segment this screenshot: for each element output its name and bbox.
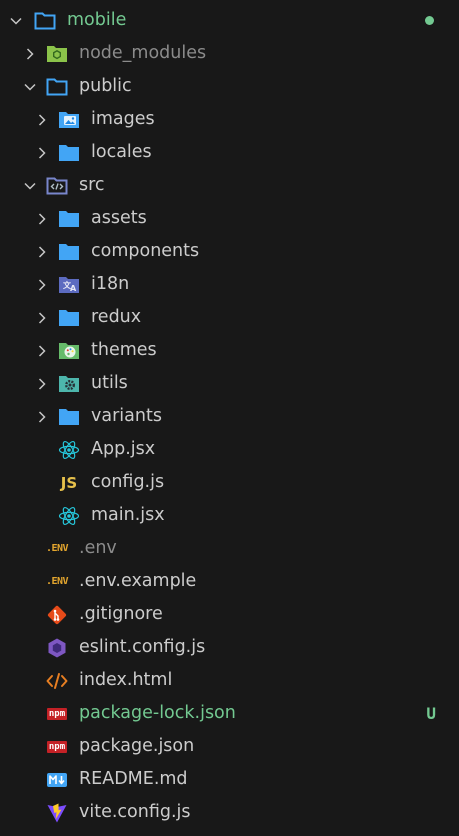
npm-icon-text: npm xyxy=(46,740,68,753)
chevron-right-icon[interactable] xyxy=(32,103,52,136)
chevron-right-icon[interactable] xyxy=(20,37,40,70)
folder-open-icon xyxy=(33,10,57,31)
file-explorer-tree: mobile node_modules public images locale… xyxy=(0,4,459,829)
tree-item-label: eslint.config.js xyxy=(79,637,206,657)
tree-item-label: .env xyxy=(79,538,117,558)
tree-item-label: assets xyxy=(91,208,147,228)
tree-item-label: public xyxy=(79,76,132,96)
folder-icon xyxy=(57,241,81,262)
folder-icon xyxy=(57,208,81,229)
react-icon xyxy=(57,439,81,460)
tree-item-mobile-folder[interactable]: mobile xyxy=(0,4,459,37)
images-folder-icon xyxy=(57,109,81,130)
tree-item-src-folder[interactable]: src xyxy=(0,169,459,202)
tree-item-readme-md-file[interactable]: README.md xyxy=(0,763,459,796)
tree-item-label: locales xyxy=(91,142,152,162)
chevron-down-icon[interactable] xyxy=(20,70,40,103)
tree-item-assets-folder[interactable]: assets xyxy=(0,202,459,235)
tree-item-node-modules-folder[interactable]: node_modules xyxy=(0,37,459,70)
tree-item-label: config.js xyxy=(91,472,165,492)
tree-item-main-jsx-file[interactable]: main.jsx xyxy=(0,499,459,532)
html-icon xyxy=(45,670,69,691)
folder-icon xyxy=(57,307,81,328)
chevron-down-icon[interactable] xyxy=(20,169,40,202)
tree-item-label: images xyxy=(91,109,155,129)
tree-item-app-jsx-file[interactable]: App.jsx xyxy=(0,433,459,466)
tree-item-label: components xyxy=(91,241,200,261)
svg-text:A: A xyxy=(70,284,77,293)
git-icon xyxy=(45,604,69,625)
chevron-right-icon[interactable] xyxy=(32,235,52,268)
tree-item-label: utils xyxy=(91,373,128,393)
tree-item-images-folder[interactable]: images xyxy=(0,103,459,136)
tree-item-package-lock-json-file[interactable]: npm package-lock.json U xyxy=(0,697,459,730)
tree-item-label: package-lock.json xyxy=(79,703,236,723)
tree-item-label: README.md xyxy=(79,769,188,789)
javascript-icon: JS xyxy=(60,473,78,492)
tree-item-label: mobile xyxy=(67,10,127,30)
tree-item-label: vite.config.js xyxy=(79,802,191,822)
tree-item-label: variants xyxy=(91,406,162,426)
i18n-folder-icon: 文A xyxy=(57,274,81,295)
src-folder-icon xyxy=(45,175,69,196)
utils-folder-icon xyxy=(57,373,81,394)
tree-item-label: node_modules xyxy=(79,43,207,63)
tree-item-label: package.json xyxy=(79,736,195,756)
chevron-right-icon[interactable] xyxy=(32,268,52,301)
tree-item-label: .env.example xyxy=(79,571,197,591)
npm-icon: npm xyxy=(45,736,69,757)
tree-item-label: index.html xyxy=(79,670,173,690)
tree-item-env-file[interactable]: .ENV .env xyxy=(0,532,459,565)
tree-item-variants-folder[interactable]: variants xyxy=(0,400,459,433)
tree-item-env-example-file[interactable]: .ENV .env.example xyxy=(0,565,459,598)
tree-item-i18n-folder[interactable]: 文A i18n xyxy=(0,268,459,301)
tree-item-redux-folder[interactable]: redux xyxy=(0,301,459,334)
tree-item-eslint-config-file[interactable]: eslint.config.js xyxy=(0,631,459,664)
palette-folder-icon xyxy=(57,340,81,361)
tree-item-label: App.jsx xyxy=(91,439,156,459)
folder-icon xyxy=(57,142,81,163)
chevron-right-icon[interactable] xyxy=(32,301,52,334)
git-status-badge: U xyxy=(426,704,436,723)
tree-item-gitignore-file[interactable]: .gitignore xyxy=(0,598,459,631)
tree-item-label: src xyxy=(79,175,105,195)
npm-icon-text: npm xyxy=(46,707,68,720)
tree-item-config-js-file[interactable]: JS config.js xyxy=(0,466,459,499)
chevron-right-icon[interactable] xyxy=(32,334,52,367)
vite-icon xyxy=(45,802,69,823)
markdown-icon xyxy=(45,769,69,790)
tree-item-package-json-file[interactable]: npm package.json xyxy=(0,730,459,763)
tree-item-vite-config-file[interactable]: vite.config.js xyxy=(0,796,459,829)
chevron-right-icon[interactable] xyxy=(32,202,52,235)
npm-icon: npm xyxy=(45,703,69,724)
tree-item-components-folder[interactable]: components xyxy=(0,235,459,268)
chevron-right-icon[interactable] xyxy=(32,367,52,400)
tree-item-label: main.jsx xyxy=(91,505,165,525)
folder-icon xyxy=(57,406,81,427)
chevron-down-icon[interactable] xyxy=(6,4,26,37)
tree-item-index-html-file[interactable]: index.html xyxy=(0,664,459,697)
tree-item-public-folder[interactable]: public xyxy=(0,70,459,103)
tree-item-themes-folder[interactable]: themes xyxy=(0,334,459,367)
tree-item-label: themes xyxy=(91,340,157,360)
tree-item-utils-folder[interactable]: utils xyxy=(0,367,459,400)
tree-item-label: .gitignore xyxy=(79,604,163,624)
eslint-icon xyxy=(45,637,69,658)
react-icon xyxy=(57,505,81,526)
env-icon: .ENV xyxy=(45,576,69,587)
tree-item-label: i18n xyxy=(91,274,130,294)
folder-open-icon xyxy=(45,76,69,97)
chevron-right-icon[interactable] xyxy=(32,400,52,433)
modified-indicator-dot xyxy=(425,16,434,25)
env-icon: .ENV xyxy=(45,543,69,554)
chevron-right-icon[interactable] xyxy=(32,136,52,169)
nodejs-folder-icon xyxy=(45,43,69,64)
tree-item-label: redux xyxy=(91,307,142,327)
tree-item-locales-folder[interactable]: locales xyxy=(0,136,459,169)
